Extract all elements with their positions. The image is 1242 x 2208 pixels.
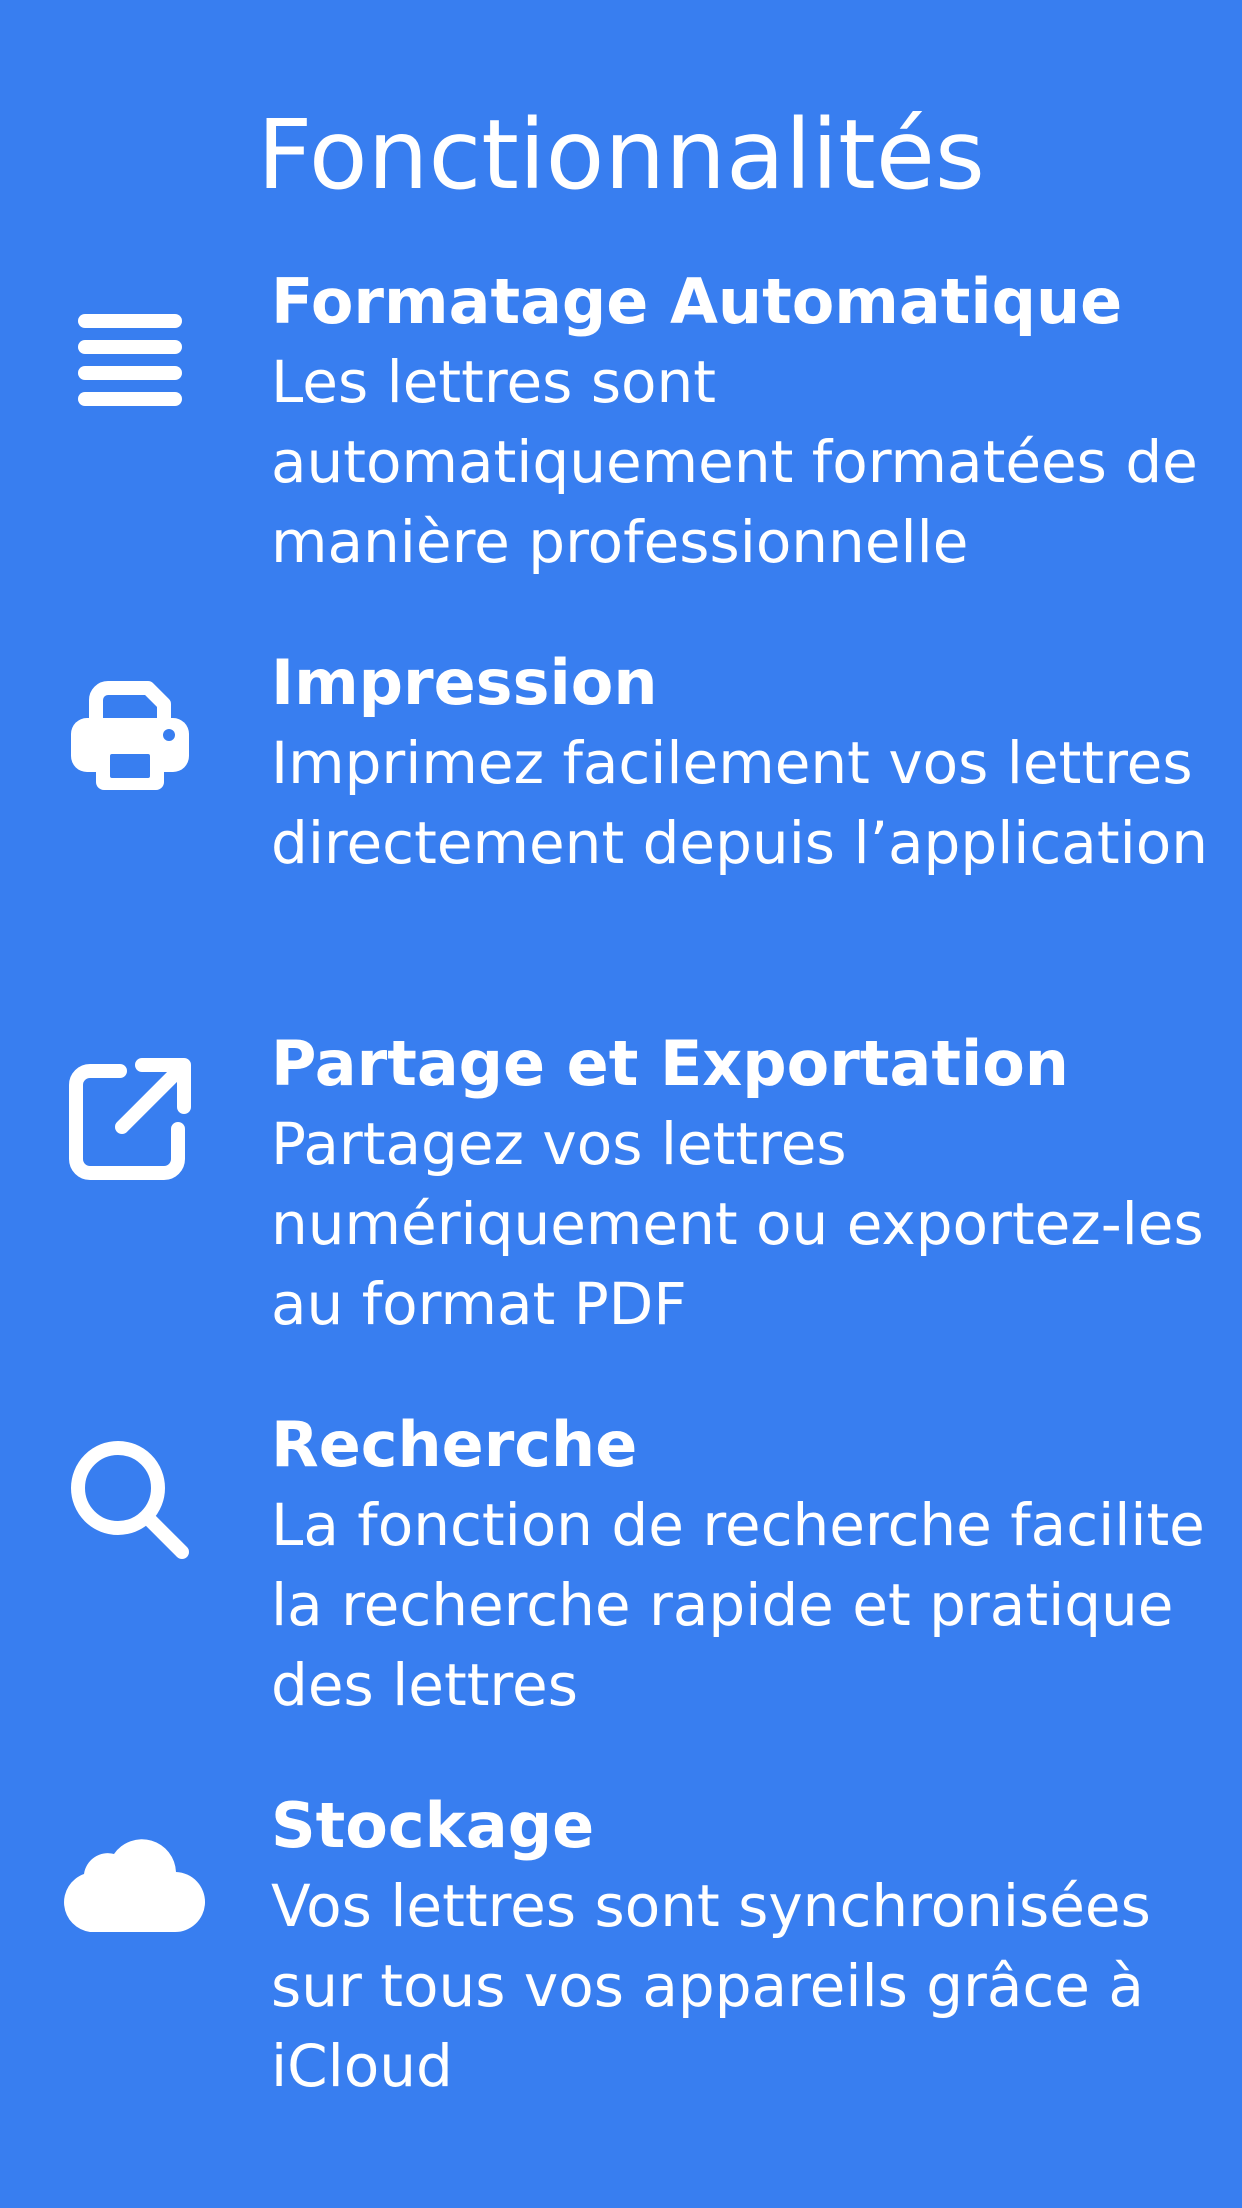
search-icon [50, 1420, 210, 1580]
feature-text: Impression Imprimez facilement vos lettr… [271, 643, 1211, 883]
feature-description: La fonction de recherche facilite la rec… [271, 1491, 1205, 1719]
feature-text: Recherche La fonction de recherche facil… [271, 1405, 1211, 1725]
feature-description: Vos lettres sont synchronisées sur tous … [271, 1872, 1151, 2100]
feature-text: Formatage Automatique Les lettres sont a… [271, 262, 1211, 582]
feature-title: Partage et Exportation [271, 1027, 1069, 1100]
feature-title: Formatage Automatique [271, 265, 1123, 338]
feature-title: Impression [271, 646, 658, 719]
feature-title: Recherche [271, 1408, 638, 1481]
feature-description: Imprimez facilement vos lettres directem… [271, 729, 1208, 877]
share-external-icon [50, 1039, 210, 1199]
feature-text: Partage et Exportation Partagez vos lett… [271, 1024, 1211, 1344]
feature-description: Les lettres sont automatiquement formaté… [271, 348, 1198, 576]
lines-icon [50, 277, 210, 437]
page-title: Fonctionnalités [257, 99, 985, 211]
feature-text: Stockage Vos lettres sont synchronisées … [271, 1786, 1211, 2106]
feature-title: Stockage [271, 1789, 595, 1862]
feature-description: Partagez vos lettres numériquement ou ex… [271, 1110, 1204, 1338]
cloud-icon [50, 1801, 210, 1961]
printer-icon [50, 658, 210, 818]
